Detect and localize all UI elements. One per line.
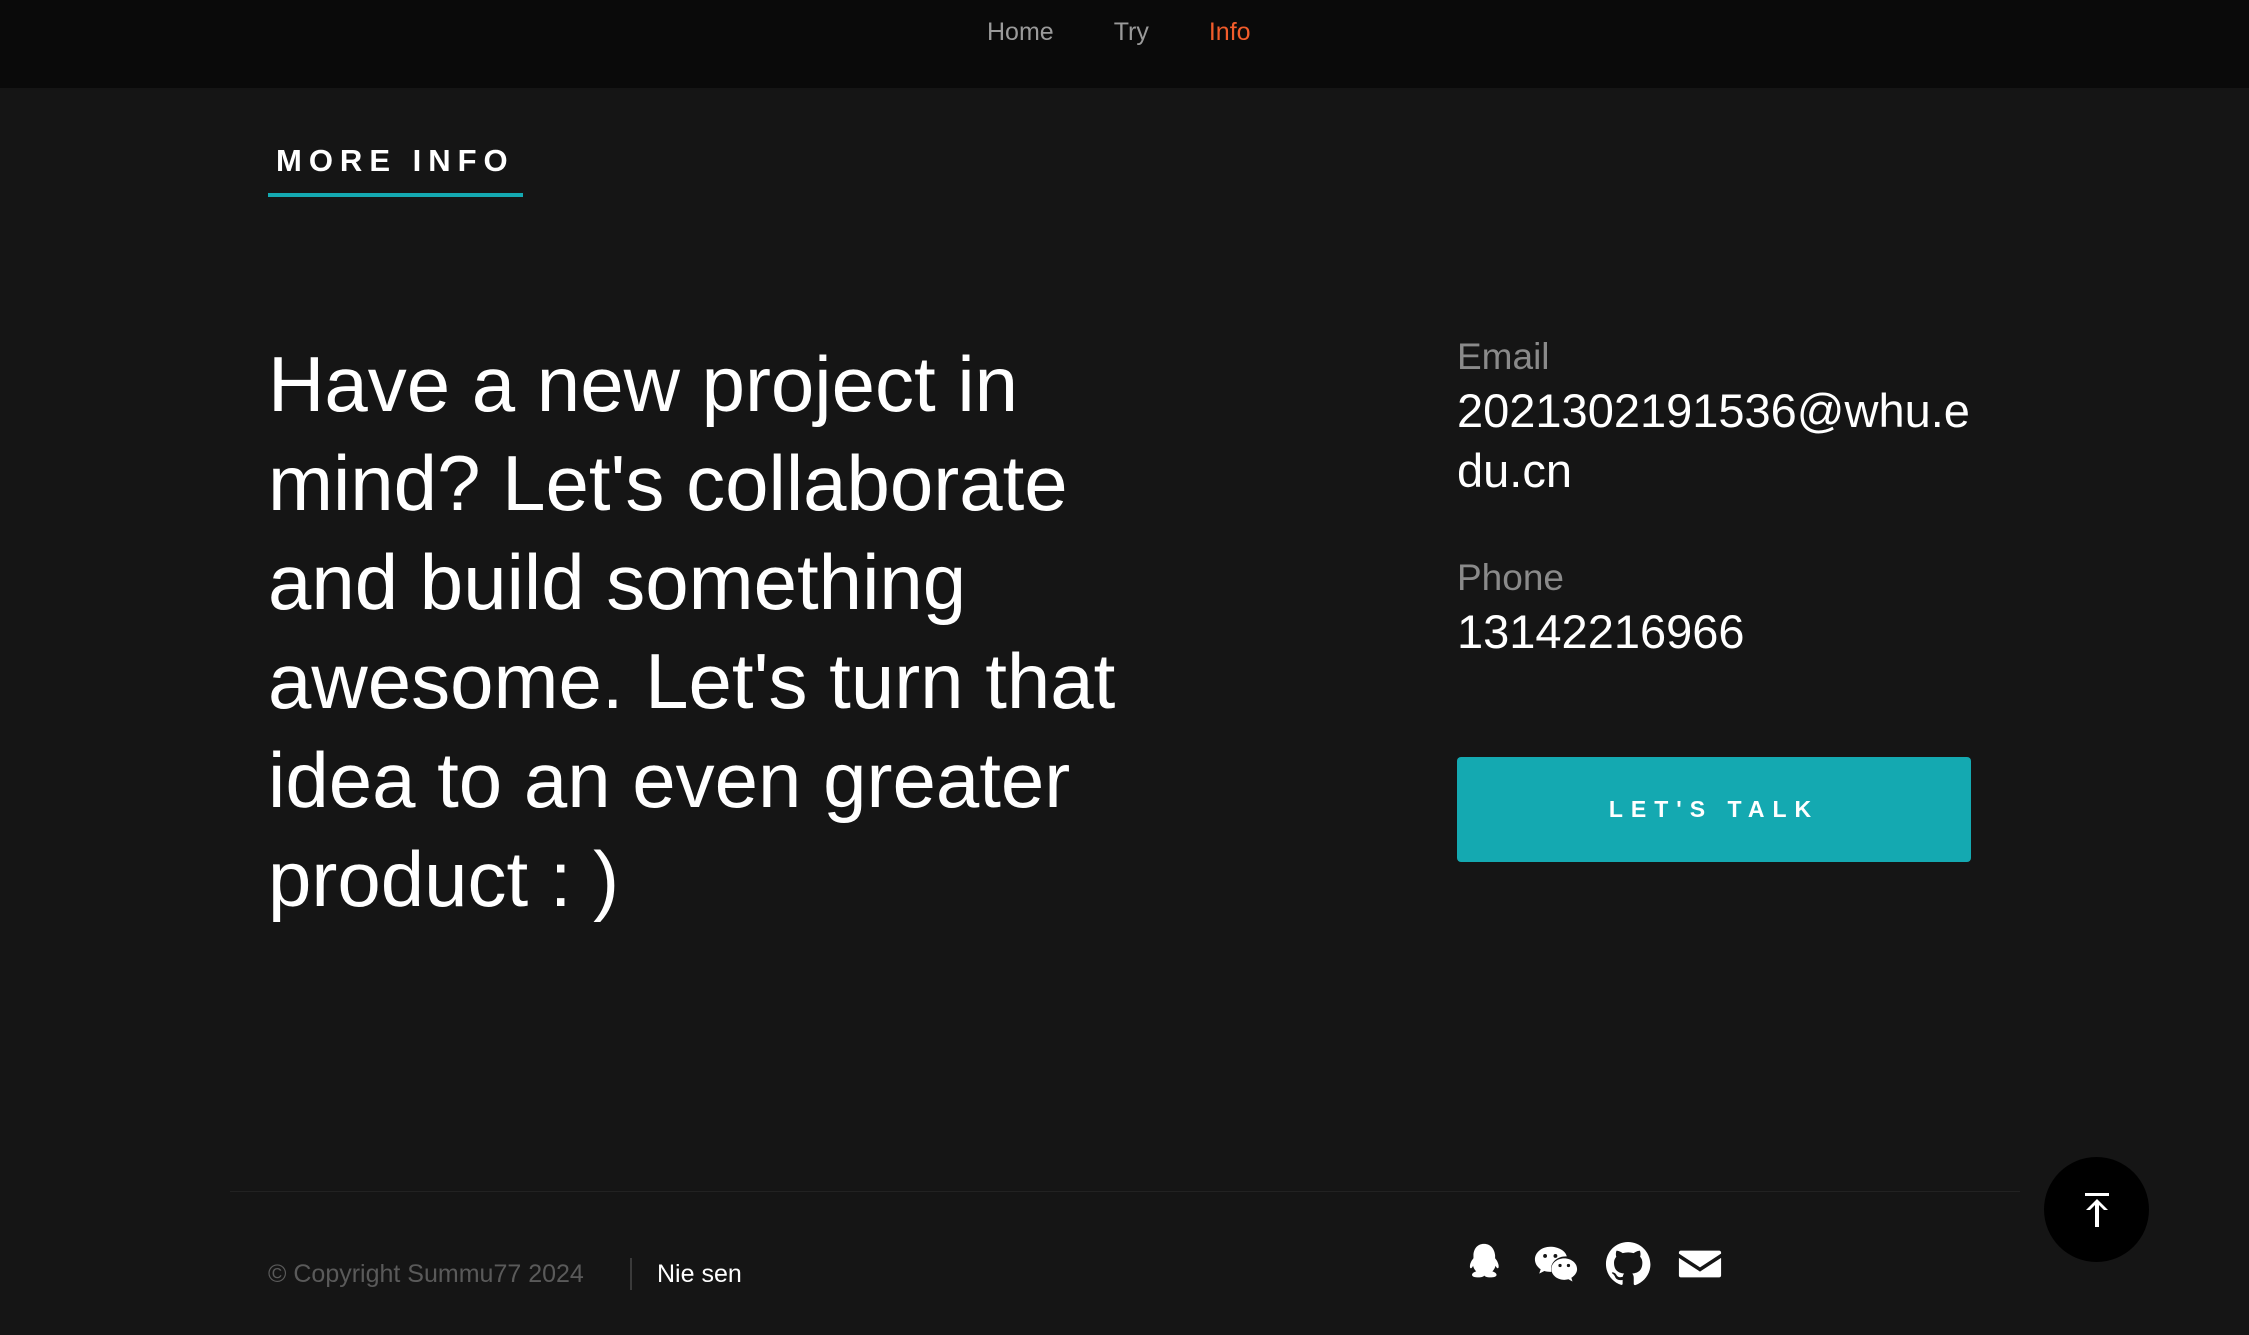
main-nav: Home Try Info — [987, 14, 1311, 50]
headline: Have a new project in mind? Let's collab… — [268, 340, 1116, 923]
nav-info-link[interactable]: Info — [1209, 14, 1251, 50]
author-name: Nie sen — [657, 1260, 742, 1288]
email-label: Email — [1457, 336, 1550, 377]
phone-value[interactable]: 13142216966 — [1457, 602, 2017, 662]
wechat-icon-graphic — [1534, 1246, 1578, 1282]
phone-label: Phone — [1457, 557, 1564, 598]
arrow-up-to-top-icon — [2084, 1192, 2109, 1227]
section-heading-text: MORE INFO — [276, 143, 515, 178]
qq-icon-graphic — [1469, 1243, 1499, 1278]
back-to-top-button[interactable] — [2044, 1157, 2149, 1262]
wechat-icon[interactable] — [1532, 1240, 1580, 1288]
qq-icon[interactable] — [1460, 1240, 1508, 1288]
github-icon-graphic — [1605, 1241, 1651, 1286]
email-value[interactable]: 2021302191536@whu.edu.cn — [1457, 381, 1987, 501]
social-links — [1460, 1240, 1724, 1288]
email-block: Email 2021302191536@whu.edu.cn — [1457, 333, 2017, 501]
contact-info: Email 2021302191536@whu.edu.cn Phone 131… — [1457, 333, 2017, 662]
nav-try-link[interactable]: Try — [1114, 14, 1149, 50]
phone-block: Phone 13142216966 — [1457, 554, 2017, 662]
lets-talk-button[interactable]: LET'S TALK — [1457, 757, 1971, 862]
section-heading: MORE INFO — [268, 143, 523, 197]
nav-home-link[interactable]: Home — [987, 14, 1054, 50]
top-navigation-bar: Home Try Info — [0, 0, 2249, 88]
github-icon[interactable] — [1604, 1240, 1652, 1288]
footer-divider — [230, 1191, 2020, 1192]
footer-separator — [630, 1258, 632, 1290]
info-page: Home Try Info MORE INFO Have a new proje… — [0, 0, 2249, 1335]
email-icon-graphic — [1678, 1250, 1722, 1278]
email-icon[interactable] — [1676, 1240, 1724, 1288]
copyright-text: © Copyright Summu77 2024 — [268, 1260, 584, 1288]
